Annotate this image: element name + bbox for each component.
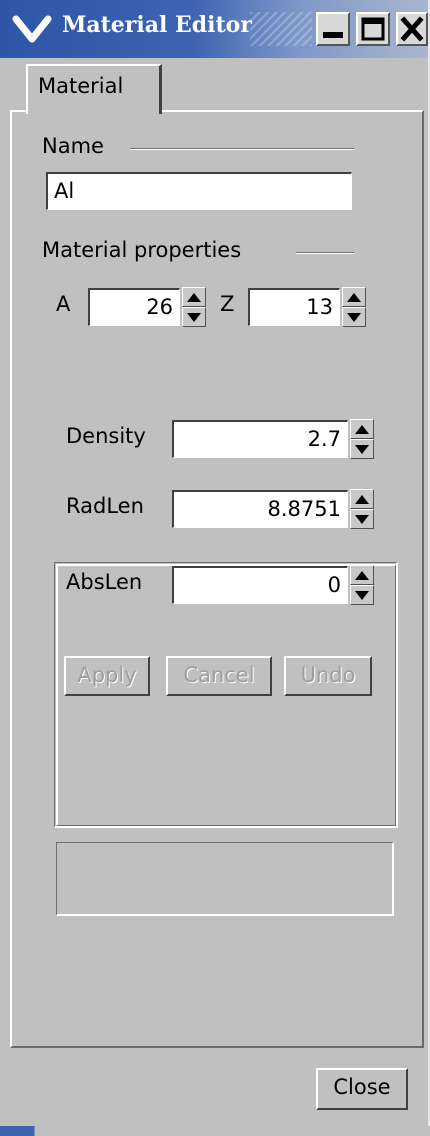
abslen-decrement-button[interactable] bbox=[350, 585, 374, 605]
radlen-input[interactable]: 8.8751 bbox=[172, 490, 348, 528]
name-input-value: Al bbox=[54, 179, 75, 203]
properties-separator bbox=[296, 252, 354, 254]
density-increment-button[interactable] bbox=[350, 419, 374, 439]
name-input[interactable]: Al bbox=[46, 172, 352, 210]
undo-button[interactable]: Undo bbox=[284, 656, 372, 696]
arrow-down-icon bbox=[347, 313, 361, 322]
arrow-up-icon bbox=[187, 293, 201, 302]
title-bar-texture bbox=[250, 12, 312, 46]
abslen-input[interactable]: 0 bbox=[172, 566, 348, 604]
cancel-button[interactable]: Cancel bbox=[166, 656, 272, 696]
a-label: A bbox=[56, 292, 71, 316]
radlen-spinner[interactable] bbox=[350, 489, 374, 529]
arrow-down-icon bbox=[187, 313, 201, 322]
material-editor-window: Material Editor Material Name Al Materia… bbox=[0, 0, 430, 1136]
z-increment-button[interactable] bbox=[342, 287, 366, 307]
close-x-icon bbox=[400, 16, 424, 42]
arrow-down-icon bbox=[355, 515, 369, 524]
arrow-down-icon bbox=[355, 591, 369, 600]
minimize-button[interactable] bbox=[316, 12, 350, 46]
radlen-label: RadLen bbox=[66, 494, 144, 518]
arrow-up-icon bbox=[355, 495, 369, 504]
radlen-decrement-button[interactable] bbox=[350, 509, 374, 529]
radlen-input-value: 8.8751 bbox=[267, 497, 341, 521]
arrow-down-icon bbox=[355, 445, 369, 454]
arrow-up-icon bbox=[355, 425, 369, 434]
density-label: Density bbox=[66, 424, 146, 448]
window-bottom-edge bbox=[0, 1126, 430, 1136]
actions-group bbox=[56, 842, 394, 916]
tab-material[interactable]: Material bbox=[26, 64, 162, 114]
minimize-icon bbox=[323, 32, 343, 38]
z-spinner[interactable] bbox=[342, 287, 366, 327]
z-label: Z bbox=[220, 292, 235, 316]
z-input[interactable]: 13 bbox=[248, 288, 340, 326]
material-properties-label: Material properties bbox=[42, 238, 242, 262]
a-decrement-button[interactable] bbox=[182, 307, 206, 327]
maximize-button[interactable] bbox=[356, 12, 390, 46]
z-input-value: 13 bbox=[306, 295, 333, 319]
apply-button[interactable]: Apply bbox=[64, 656, 150, 696]
a-input[interactable]: 26 bbox=[88, 288, 180, 326]
window-title: Material Editor bbox=[62, 12, 252, 38]
arrow-up-icon bbox=[347, 293, 361, 302]
a-input-value: 26 bbox=[146, 295, 173, 319]
density-input[interactable]: 2.7 bbox=[172, 420, 348, 458]
maximize-icon bbox=[361, 17, 385, 41]
name-separator bbox=[130, 148, 354, 150]
radlen-increment-button[interactable] bbox=[350, 489, 374, 509]
chevron-down-icon[interactable] bbox=[12, 13, 52, 49]
abslen-input-value: 0 bbox=[327, 573, 341, 597]
density-input-value: 2.7 bbox=[307, 427, 341, 451]
z-decrement-button[interactable] bbox=[342, 307, 366, 327]
abslen-label: AbsLen bbox=[66, 570, 143, 594]
close-button[interactable]: Close bbox=[316, 1068, 408, 1110]
name-section-label: Name bbox=[42, 134, 104, 158]
density-decrement-button[interactable] bbox=[350, 439, 374, 459]
abslen-increment-button[interactable] bbox=[350, 565, 374, 585]
title-bar[interactable]: Material Editor bbox=[0, 0, 428, 58]
arrow-up-icon bbox=[355, 571, 369, 580]
close-window-button[interactable] bbox=[396, 12, 428, 46]
tab-material-label: Material bbox=[38, 74, 124, 98]
a-increment-button[interactable] bbox=[182, 287, 206, 307]
abslen-spinner[interactable] bbox=[350, 565, 374, 605]
density-spinner[interactable] bbox=[350, 419, 374, 459]
a-spinner[interactable] bbox=[182, 287, 206, 327]
